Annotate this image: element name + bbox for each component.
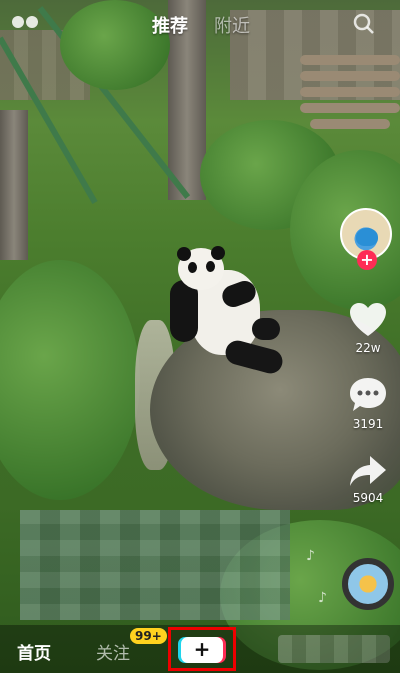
blurred-caption <box>20 510 290 620</box>
music-note-icon: ♪ <box>306 548 315 564</box>
bush <box>0 260 140 500</box>
comment-bubble-icon <box>350 378 386 411</box>
heart-icon <box>350 303 386 336</box>
live-glasses-icon[interactable] <box>12 12 42 34</box>
follow-plus-button[interactable]: + <box>357 250 377 270</box>
music-disc-icon[interactable] <box>342 558 394 610</box>
video-background[interactable] <box>0 0 400 673</box>
share-button[interactable]: 5904 <box>344 454 392 505</box>
share-arrow-icon <box>350 456 386 486</box>
nav-home[interactable]: 首页 <box>17 639 51 664</box>
tab-recommend[interactable]: 推荐 <box>152 12 188 38</box>
blurred-nav-items <box>278 635 390 663</box>
nav-following[interactable]: 关注 <box>96 639 130 664</box>
tree-trunk <box>0 110 28 260</box>
music-note-icon: ♪ <box>318 590 327 606</box>
like-button[interactable]: 22w <box>344 302 392 355</box>
tab-nearby[interactable]: 附近 <box>214 12 250 38</box>
share-count: 5904 <box>352 491 384 505</box>
bottom-nav: 首页 关注 99+ + <box>0 625 400 673</box>
search-icon[interactable] <box>352 12 376 36</box>
top-bar: 推荐 附近 <box>0 0 400 48</box>
comment-count: 3191 <box>352 417 384 431</box>
comment-button[interactable]: 3191 <box>344 376 392 431</box>
like-count: 22w <box>355 341 381 355</box>
create-video-button[interactable]: + <box>181 637 223 663</box>
follow-badge: 99+ <box>130 628 167 644</box>
create-highlight-box: + <box>168 627 236 671</box>
creator-avatar[interactable]: + <box>340 208 396 270</box>
